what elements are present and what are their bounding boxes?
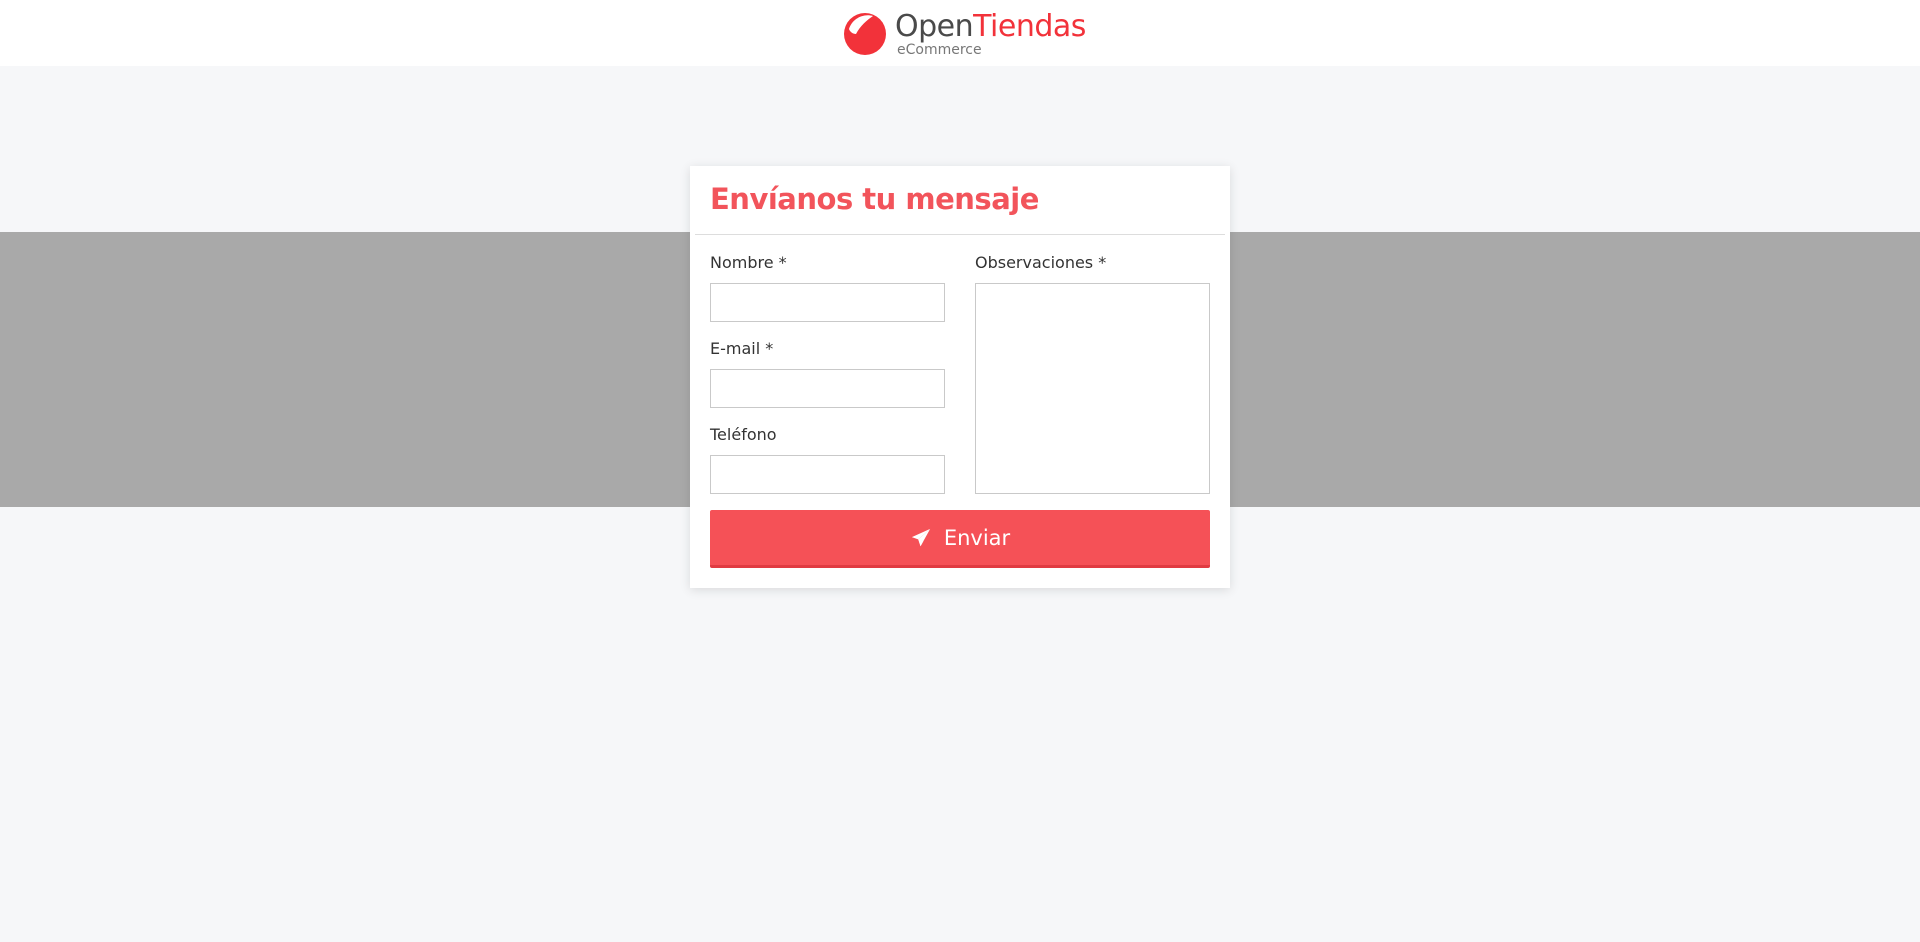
observaciones-textarea[interactable] <box>975 283 1210 494</box>
telefono-input[interactable] <box>710 455 945 494</box>
logo-name-open: Open <box>895 8 974 44</box>
send-button[interactable]: Enviar <box>710 510 1210 568</box>
site-header: OpenTiendas eCommerce <box>0 0 1920 66</box>
contact-form-card: Envíanos tu mensaje Nombre * E-mail * Te… <box>690 166 1230 588</box>
telefono-label: Teléfono <box>710 425 777 444</box>
logo-name: OpenTiendas <box>895 8 1086 44</box>
send-button-label: Enviar <box>943 525 1011 550</box>
logo-mark-icon <box>844 13 886 55</box>
observaciones-label: Observaciones * <box>975 253 1107 272</box>
title-divider <box>695 234 1225 235</box>
site-logo[interactable]: OpenTiendas eCommerce <box>843 10 1086 58</box>
email-input[interactable] <box>710 369 945 408</box>
nombre-label: Nombre * <box>710 253 787 272</box>
logo-tagline: eCommerce <box>897 41 982 58</box>
logo-text: OpenTiendas eCommerce <box>895 8 1086 58</box>
nombre-input[interactable] <box>710 283 945 322</box>
form-title: Envíanos tu mensaje <box>710 182 1039 216</box>
email-label: E-mail * <box>710 339 774 358</box>
paper-plane-icon <box>911 528 930 546</box>
logo-name-tiendas: Tiendas <box>973 8 1086 44</box>
